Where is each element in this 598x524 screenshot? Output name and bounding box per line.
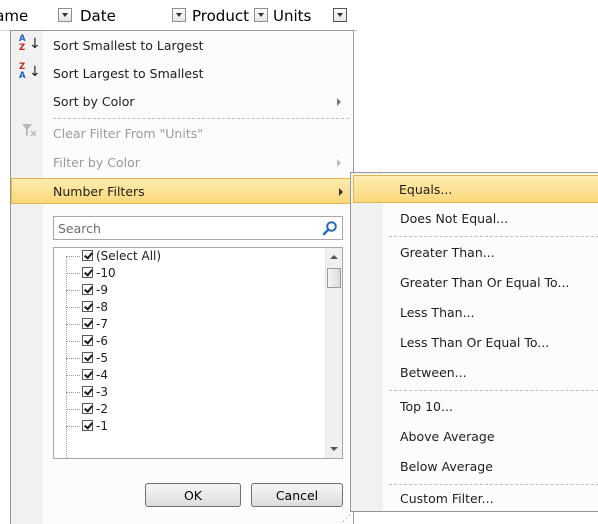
- submenu-arrow-icon: [339, 188, 343, 196]
- top-10-item[interactable]: Top 10...: [353, 393, 598, 421]
- sort-ascending-icon: A Z ↓: [19, 34, 41, 53]
- cancel-button[interactable]: Cancel: [251, 483, 343, 507]
- filter-by-color-item: Filter by Color: [13, 150, 351, 176]
- ok-button[interactable]: OK: [145, 483, 241, 507]
- below-average-item[interactable]: Below Average: [353, 453, 598, 481]
- between-item[interactable]: Between...: [353, 359, 598, 387]
- product-filter-dropdown-icon[interactable]: [254, 8, 268, 22]
- checkbox-icon[interactable]: [82, 250, 93, 261]
- above-average-item[interactable]: Above Average: [353, 423, 598, 451]
- resize-grip-icon[interactable]: ⋰: [341, 514, 351, 524]
- scroll-down-icon[interactable]: [330, 447, 338, 451]
- menu-separator: [53, 118, 349, 119]
- submenu-arrow-icon: [337, 98, 341, 106]
- sort-descending-label: Sort Largest to Smallest: [53, 66, 204, 81]
- filter-value-list[interactable]: (Select All) -10 -9 -8 -7 -6 -5 -4 -3 -2…: [53, 247, 343, 459]
- number-filters-submenu: Equals... Does Not Equal... Greater Than…: [350, 172, 598, 512]
- number-filters-label: Number Filters: [53, 184, 145, 199]
- column-header-row: Name Date Product Units: [0, 0, 358, 31]
- sort-by-color-item[interactable]: Sort by Color: [13, 89, 351, 115]
- custom-filter-item[interactable]: Custom Filter...: [353, 485, 598, 513]
- does-not-equal-item[interactable]: Does Not Equal...: [353, 205, 598, 233]
- number-filters-item[interactable]: Number Filters: [11, 178, 354, 204]
- greater-than-or-equal-item[interactable]: Greater Than Or Equal To...: [353, 269, 598, 297]
- header-name[interactable]: Name: [0, 6, 42, 26]
- submenu-separator: [389, 390, 598, 391]
- header-units[interactable]: Units: [273, 6, 323, 26]
- checkbox-icon[interactable]: [82, 403, 93, 414]
- checkbox-icon[interactable]: [82, 301, 93, 312]
- checkbox-icon[interactable]: [82, 267, 93, 278]
- equals-item[interactable]: Equals...: [353, 175, 598, 203]
- checkbox-icon[interactable]: [82, 318, 93, 329]
- sort-by-color-label: Sort by Color: [53, 94, 135, 109]
- search-box[interactable]: [53, 216, 343, 240]
- greater-than-item[interactable]: Greater Than...: [353, 239, 598, 267]
- sort-ascending-label: Sort Smallest to Largest: [53, 38, 204, 53]
- search-input[interactable]: [54, 217, 322, 239]
- filter-by-color-label: Filter by Color: [53, 155, 140, 170]
- submenu-arrow-icon: [337, 159, 341, 167]
- less-than-item[interactable]: Less Than...: [353, 299, 598, 327]
- units-filter-dropdown-icon[interactable]: [333, 8, 347, 22]
- sort-ascending-item[interactable]: A Z ↓ Sort Smallest to Largest: [13, 33, 351, 59]
- header-product[interactable]: Product: [192, 6, 252, 26]
- checkbox-icon[interactable]: [82, 284, 93, 295]
- clear-filter-icon: [18, 121, 40, 147]
- autofilter-menu: A Z ↓ Sort Smallest to Largest Z A ↓ Sort La…: [10, 30, 354, 524]
- checkbox-icon[interactable]: [82, 335, 93, 346]
- submenu-separator: [389, 236, 598, 237]
- less-than-or-equal-item[interactable]: Less Than Or Equal To...: [353, 329, 598, 357]
- header-date[interactable]: Date: [80, 6, 160, 26]
- checkbox-icon[interactable]: [82, 369, 93, 380]
- checkbox-icon[interactable]: [82, 386, 93, 397]
- checkbox-icon[interactable]: [82, 352, 93, 363]
- search-icon[interactable]: [322, 220, 338, 236]
- sort-descending-item[interactable]: Z A ↓ Sort Largest to Smallest: [13, 61, 351, 87]
- sort-descending-icon: Z A ↓: [19, 62, 41, 81]
- list-scrollbar[interactable]: [325, 248, 342, 458]
- clear-filter-item: Clear Filter From "Units": [13, 121, 351, 147]
- scroll-thumb[interactable]: [327, 268, 341, 288]
- clear-filter-label: Clear Filter From "Units": [53, 126, 203, 141]
- date-filter-dropdown-icon[interactable]: [172, 8, 186, 22]
- checkbox-icon[interactable]: [82, 420, 93, 431]
- scroll-up-icon[interactable]: [330, 255, 338, 259]
- name-filter-dropdown-icon[interactable]: [58, 8, 72, 22]
